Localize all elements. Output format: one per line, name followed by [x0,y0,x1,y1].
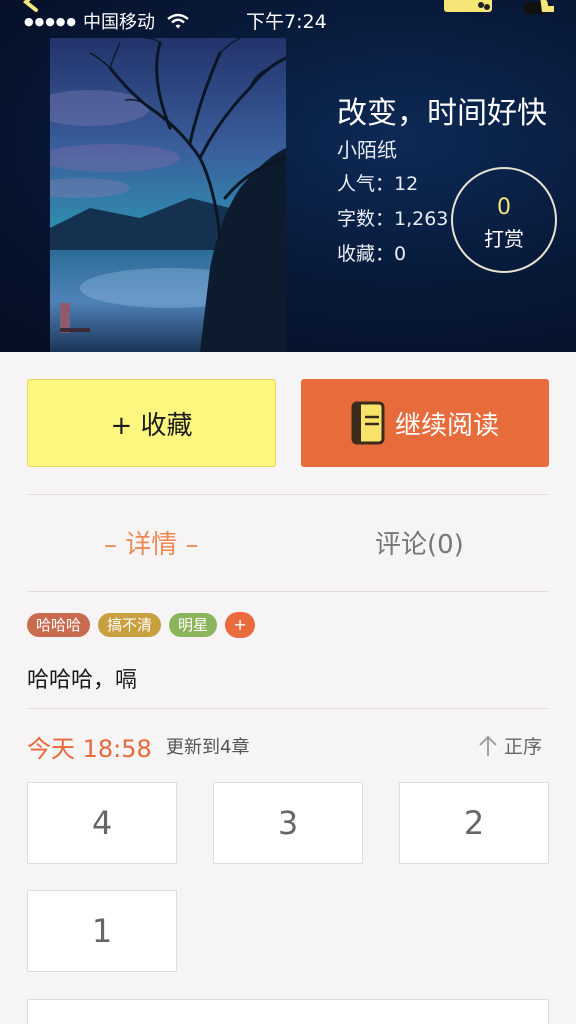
tag-item[interactable]: 明星 [169,613,218,637]
add-tag-button[interactable]: + [225,612,256,638]
book-author[interactable]: 小陌纸 [337,134,397,163]
reward-button[interactable]: 0 打赏 [451,167,557,273]
book-icon [351,401,385,445]
arrow-up-icon [479,735,497,756]
signal-strength-icon: ●●●●● [24,14,77,28]
book-header: ●●●●● 中国移动 下午7:24 改变，时间好快 小陌纸 人气：12 字数：1… [0,0,576,352]
book-cover-image[interactable] [50,38,286,352]
favorites-count: 收藏：0 [337,243,407,265]
carrier-name: 中国移动 [83,12,155,33]
chapter-tile[interactable]: 4 [27,782,177,864]
divider [27,708,549,709]
update-time: 今天 18:58 [27,735,152,763]
tag-item[interactable]: 搞不清 [98,613,162,637]
divider [27,494,549,495]
chapter-tile[interactable]: 1 [27,890,177,972]
divider [27,591,549,592]
book-intro: 哈哈哈，嗝 [27,668,138,693]
update-status: 更新到4章 [166,737,250,758]
tab-comments[interactable]: 评论(0) [375,524,464,561]
tag-item[interactable]: 哈哈哈 [27,613,91,637]
bottom-panel [27,999,549,1024]
continue-reading-label: 继续阅读 [394,410,499,441]
status-time: 下午7:24 [246,11,327,33]
tab-details[interactable]: – 详情 – [104,524,199,561]
tag-list: 哈哈哈 搞不清 明星 + [27,612,256,638]
word-count: 字数：1,263 [337,208,449,230]
book-title: 改变，时间好快 [337,96,547,131]
collect-button[interactable]: + 收藏 [27,379,276,467]
status-bar: ●●●●● 中国移动 下午7:24 [0,0,576,40]
sort-toggle[interactable]: 正序 [478,732,542,759]
reward-label: 打赏 [484,227,524,251]
sort-label: 正序 [504,736,543,758]
wifi-icon [167,13,189,29]
chapter-tile[interactable]: 3 [213,782,363,864]
chapter-tile[interactable]: 2 [399,782,549,864]
popularity-count: 人气：12 [337,173,419,195]
continue-reading-button[interactable]: 继续阅读 [301,379,549,467]
reward-count: 0 [497,195,511,220]
collect-button-label: + 收藏 [110,410,193,441]
